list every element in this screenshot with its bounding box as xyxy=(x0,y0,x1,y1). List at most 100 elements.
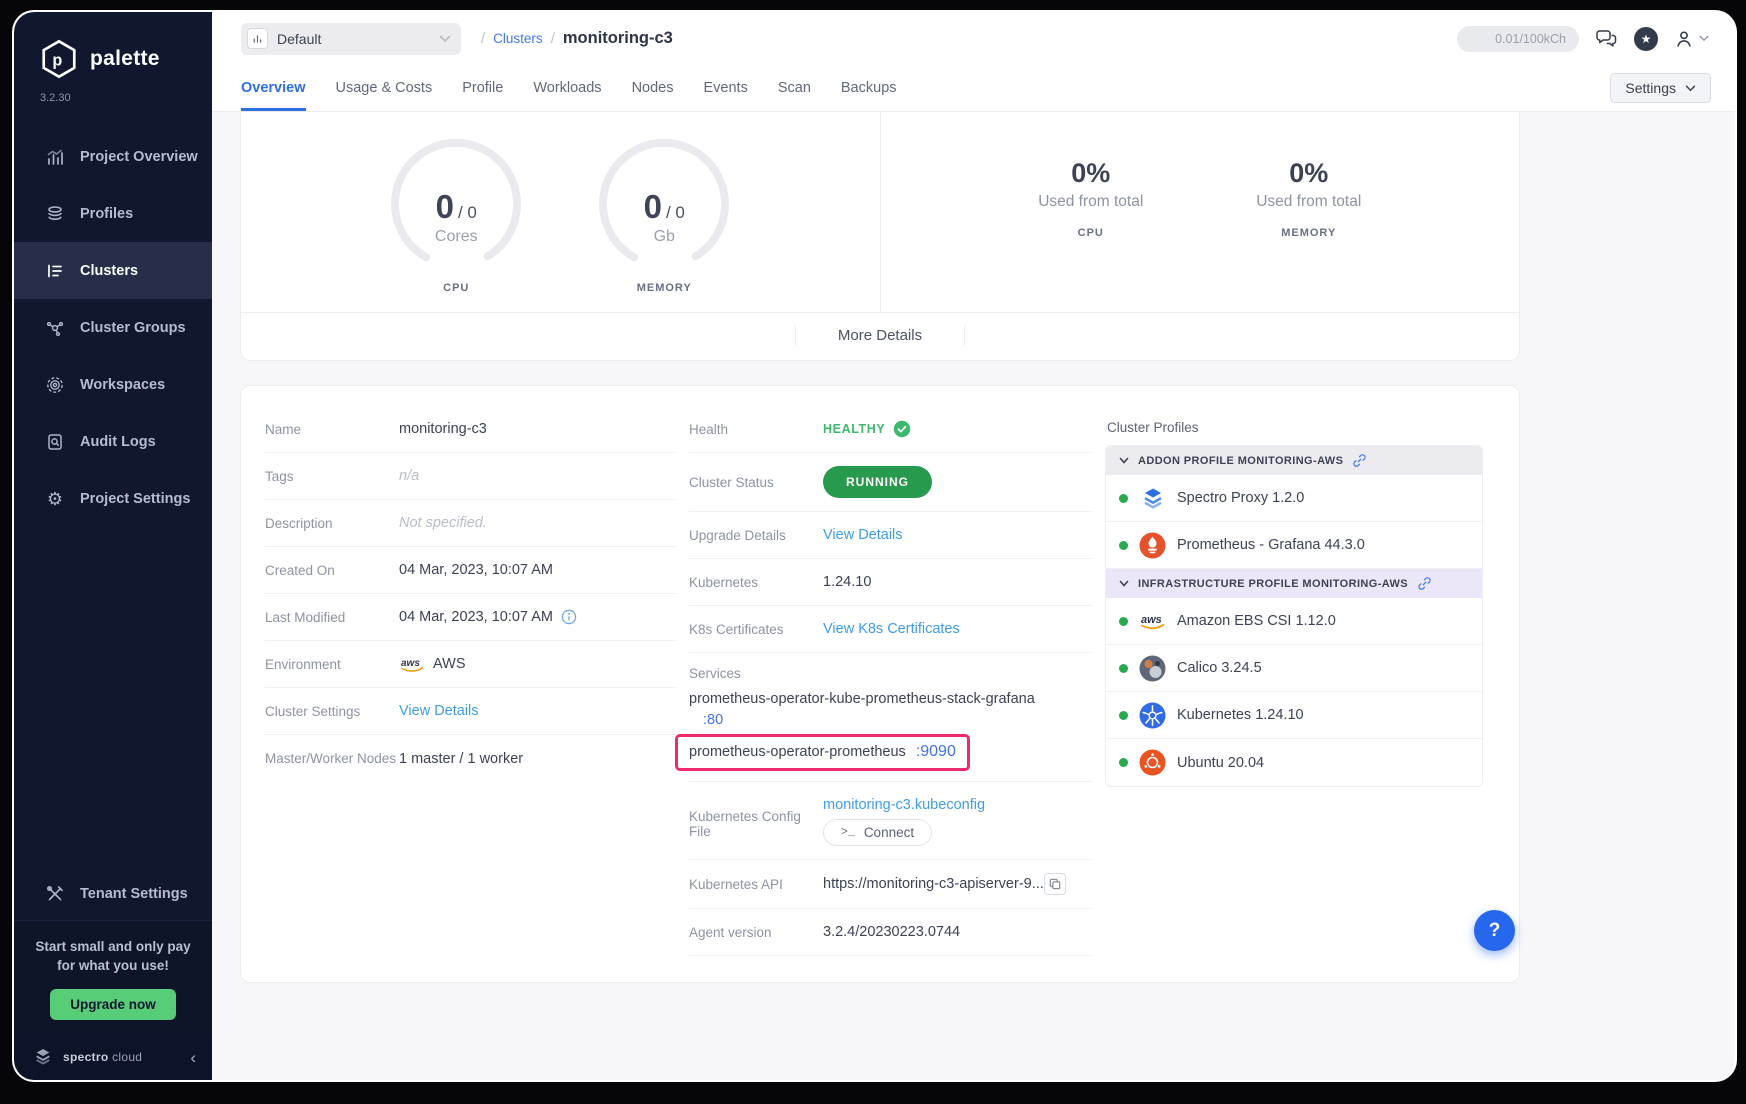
detail-row-agent-version: Agent version 3.2.4/20230223.0744 xyxy=(689,909,1093,956)
last-modified-value: 04 Mar, 2023, 10:07 AM xyxy=(399,609,553,625)
tab-overview[interactable]: Overview xyxy=(241,65,306,111)
cluster-profiles-title: Cluster Profiles xyxy=(1107,420,1483,435)
pack-row-ubuntu[interactable]: Ubuntu 20.04 xyxy=(1106,739,1482,786)
gauges-panel: 0/ 0 Cores CPU 0/ 0 Gb xyxy=(241,112,881,312)
cpu-gauge-caption: CPU xyxy=(443,282,469,294)
tab-backups[interactable]: Backups xyxy=(841,65,897,111)
tab-profile[interactable]: Profile xyxy=(462,65,503,111)
detail-row-kubernetes-api: Kubernetes API https://monitoring-c3-api… xyxy=(689,860,1093,909)
pack-row-spectro-proxy[interactable]: Spectro Proxy 1.2.0 xyxy=(1106,475,1482,522)
connect-button[interactable]: >_ Connect xyxy=(823,819,932,846)
pack-row-kubernetes[interactable]: Kubernetes 1.24.10 xyxy=(1106,692,1482,739)
detail-row-health: Health HEALTHY xyxy=(689,406,1093,453)
tab-scan[interactable]: Scan xyxy=(778,65,811,111)
pack-row-amazon-ebs-csi[interactable]: aws Amazon EBS CSI 1.12.0 xyxy=(1106,598,1482,645)
tab-bar: Overview Usage & Costs Profile Workloads… xyxy=(212,65,1735,112)
prometheus-service-port-link[interactable]: :9090 xyxy=(916,743,956,761)
sidebar-item-profiles[interactable]: Profiles xyxy=(14,185,212,242)
ubuntu-icon xyxy=(1139,749,1166,776)
sidebar-item-workspaces[interactable]: Workspaces xyxy=(14,356,212,413)
calico-icon xyxy=(1139,655,1166,682)
kubernetes-version-value: 1.24.10 xyxy=(823,574,871,590)
pack-row-calico[interactable]: Calico 3.24.5 xyxy=(1106,645,1482,692)
breadcrumb-separator: / xyxy=(551,30,555,47)
sidebar-item-label: Project Settings xyxy=(80,491,190,507)
tab-nodes[interactable]: Nodes xyxy=(632,65,674,111)
upgrade-now-button[interactable]: Upgrade now xyxy=(50,989,176,1020)
tab-workloads[interactable]: Workloads xyxy=(533,65,601,111)
chevron-down-icon xyxy=(1119,580,1129,588)
cluster-profiles-panel: Cluster Profiles ADDON PROFILE MONITORIN… xyxy=(1105,406,1483,956)
environment-value: AWS xyxy=(433,656,466,672)
detail-row-environment: Environment aws AWS xyxy=(265,641,677,688)
detail-row-kubernetes-version: Kubernetes 1.24.10 xyxy=(689,559,1093,606)
detail-row-last-modified: Last Modified 04 Mar, 2023, 10:07 AM xyxy=(265,594,677,641)
copy-icon[interactable] xyxy=(1044,873,1066,895)
sidebar-item-clusters[interactable]: Clusters xyxy=(14,242,212,299)
sidebar-item-tenant-settings[interactable]: Tenant Settings xyxy=(14,868,212,920)
main-area: Default / Clusters / monitoring-c3 0.01/… xyxy=(212,12,1735,1080)
cluster-profiles-list: ADDON PROFILE MONITORING-AWS Spectro Pro… xyxy=(1105,445,1483,787)
chevron-down-icon xyxy=(1699,35,1709,42)
description-value: Not specified. xyxy=(399,515,487,531)
sidebar-item-label: Profiles xyxy=(80,206,133,222)
user-menu[interactable] xyxy=(1673,28,1709,50)
tools-icon xyxy=(45,884,65,904)
addon-profile-title: ADDON PROFILE MONITORING-AWS xyxy=(1138,455,1343,467)
detail-row-cluster-status: Cluster Status RUNNING xyxy=(689,453,1093,512)
sidebar-item-label: Clusters xyxy=(80,263,138,279)
breadcrumb-current: monitoring-c3 xyxy=(563,29,673,48)
sidebar-collapse-icon[interactable]: ‹ xyxy=(190,1049,196,1066)
sidebar-item-project-settings[interactable]: ⚙ Project Settings xyxy=(14,470,212,527)
detail-row-upgrade-details: Upgrade Details View Details xyxy=(689,512,1093,559)
grafana-service-port-link[interactable]: :80 xyxy=(703,712,723,728)
memory-usage-percent: 0% xyxy=(1229,158,1389,189)
tab-usage-costs[interactable]: Usage & Costs xyxy=(336,65,433,111)
brand-name: palette xyxy=(90,47,160,71)
kubeconfig-file-link[interactable]: monitoring-c3.kubeconfig xyxy=(823,797,985,813)
sidebar-item-audit-logs[interactable]: Audit Logs xyxy=(14,413,212,470)
project-chart-icon xyxy=(247,28,268,49)
infrastructure-profile-header[interactable]: INFRASTRUCTURE PROFILE MONITORING-AWS xyxy=(1106,569,1482,598)
breadcrumb-clusters-link[interactable]: Clusters xyxy=(493,31,543,46)
page-content: 0/ 0 Cores CPU 0/ 0 Gb xyxy=(212,112,1735,1080)
cpu-gauge-value: 0 xyxy=(436,188,454,225)
palette-hexagon-icon: p xyxy=(38,38,80,80)
services-label: Services xyxy=(689,666,1093,681)
gear-icon: ⚙ xyxy=(45,490,65,508)
cluster-name-value: monitoring-c3 xyxy=(399,421,487,437)
topbar-actions: 0.01/100kCh ★ xyxy=(1457,26,1709,52)
view-k8s-certificates-link[interactable]: View K8s Certificates xyxy=(823,621,960,637)
cluster-settings-view-details-link[interactable]: View Details xyxy=(399,703,479,719)
info-icon[interactable] xyxy=(561,609,577,625)
master-worker-nodes-value: 1 master / 1 worker xyxy=(399,751,523,767)
sidebar-item-cluster-groups[interactable]: Cluster Groups xyxy=(14,299,212,356)
upgrade-view-details-link[interactable]: View Details xyxy=(823,527,903,543)
cpu-usage-block: 0% Used from total CPU xyxy=(1011,158,1171,239)
more-details-button[interactable]: More Details xyxy=(795,325,965,346)
sidebar-spacer xyxy=(14,527,212,868)
addon-profile-header[interactable]: ADDON PROFILE MONITORING-AWS xyxy=(1106,446,1482,475)
sidebar-item-label: Workspaces xyxy=(80,377,165,393)
project-selector[interactable]: Default xyxy=(241,23,461,55)
detail-row-name: Name monitoring-c3 xyxy=(265,406,677,453)
link-icon[interactable] xyxy=(1352,453,1367,468)
help-button[interactable]: ? xyxy=(1474,910,1515,951)
sidebar-item-project-overview[interactable]: Project Overview xyxy=(14,128,212,185)
sidebar-item-label: Tenant Settings xyxy=(80,886,188,902)
cpu-usage-label: CPU xyxy=(1011,227,1171,239)
rings-icon xyxy=(45,375,65,395)
grafana-service-name: prometheus-operator-kube-prometheus-stac… xyxy=(689,689,1093,710)
cpu-gauge: 0/ 0 Cores CPU xyxy=(381,130,531,294)
star-badge-icon[interactable]: ★ xyxy=(1634,27,1658,51)
svg-text:aws: aws xyxy=(401,658,420,669)
tab-events[interactable]: Events xyxy=(703,65,747,111)
more-details-row: More Details xyxy=(241,312,1519,360)
chat-icon[interactable] xyxy=(1594,28,1619,50)
pack-row-prometheus-grafana[interactable]: Prometheus - Grafana 44.3.0 xyxy=(1106,522,1482,569)
link-icon[interactable] xyxy=(1417,576,1432,591)
kubernetes-api-value: https://monitoring-c3-apiserver-9... xyxy=(823,876,1044,892)
memory-usage-caption: Used from total xyxy=(1229,193,1389,211)
kubernetes-icon xyxy=(1139,702,1166,729)
settings-button[interactable]: Settings xyxy=(1610,73,1711,103)
